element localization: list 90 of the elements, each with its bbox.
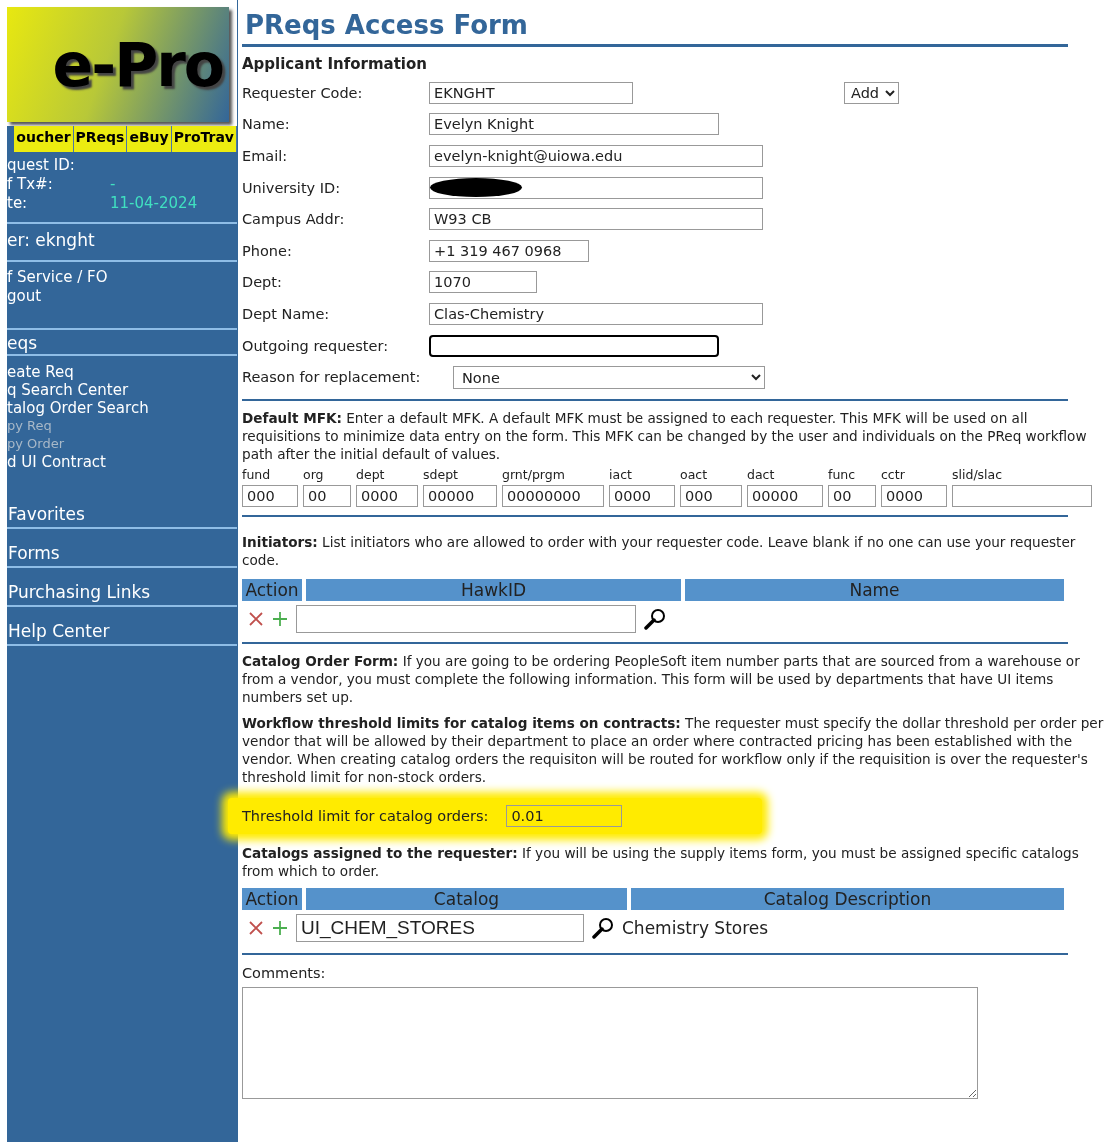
field-label: Dept: — [242, 274, 283, 291]
mfk-label: grnt/prgm — [502, 466, 566, 482]
mfk-label: func — [828, 466, 857, 482]
column-header: HawkID — [306, 578, 681, 601]
mfk-field[interactable]: 0000 — [881, 484, 947, 507]
sidebar-link[interactable]: eate Req — [7, 363, 237, 381]
mfk-label: dept — [356, 466, 386, 482]
hawkid-field[interactable] — [296, 604, 636, 633]
column-header: Name — [685, 578, 1064, 601]
module-tab[interactable]: ProTrav — [171, 126, 237, 152]
mfk-description: Default MFK: Enter a default MFK. A default MFK must be assigned to each requester. This MFK will be used on all requisitions to minimize data entry on the form. This MFK can be changed by the user and individuals on the PReq workflow path after the initial default of values. — [242, 408, 1088, 463]
mfk-field[interactable]: 00 — [303, 484, 351, 507]
input-field[interactable]: Clas-Chemistry — [429, 302, 763, 325]
info-value: 11-04-2024 — [110, 194, 199, 212]
comments-label: Comments: — [242, 964, 327, 981]
add-icon[interactable] — [272, 919, 288, 936]
mfk-field[interactable]: 00 — [828, 484, 876, 507]
search-icon[interactable] — [592, 916, 614, 939]
mfk-field[interactable]: 000 — [680, 484, 742, 507]
logo: e-Pro — [7, 7, 229, 122]
field-label: Campus Addr: — [242, 211, 346, 228]
info-label: f Tx#: — [7, 175, 54, 193]
field-label: Phone: — [242, 242, 293, 259]
sidebar-link[interactable]: talog Order Search — [7, 399, 237, 417]
field-label: Outgoing requester: — [242, 337, 390, 354]
field-label: Reason for replacement: — [242, 369, 422, 386]
mfk-field[interactable]: 00000 — [747, 484, 823, 507]
threshold-label: Threshold limit for catalog orders: — [242, 807, 489, 824]
column-header: Catalog Description — [631, 887, 1064, 910]
sidebar-link[interactable]: f Service / FO — [7, 268, 237, 287]
module-tab[interactable]: eBuy — [127, 126, 172, 152]
threshold-field[interactable]: 0.01 — [506, 804, 623, 827]
module-tab[interactable]: PReqs — [73, 126, 128, 152]
sidebar-section[interactable]: Forms — [7, 529, 237, 568]
mfk-label: slid/slac — [952, 466, 1004, 482]
column-header: Catalog — [306, 887, 627, 910]
column-header: Action — [242, 887, 302, 910]
catalogs-description: Catalogs assigned to the requester: If you will be using the supply items form, you must be assigned specific catalogs from which to order. — [242, 843, 1080, 880]
initiators-description: Initiators: List initiators who are allowed to order with your requester code. Leave blank if no one can use your requester code. — [242, 532, 1077, 569]
input-field[interactable]: W93 CB — [429, 208, 763, 231]
field-label: University ID: — [242, 179, 342, 196]
mfk-field[interactable]: 00000000 — [502, 484, 604, 507]
reason-select[interactable]: None — [453, 365, 765, 389]
sidebar-link[interactable]: q Search Center — [7, 381, 237, 399]
description-paragraph: Catalog Order Form: If you are going to be ordering PeopleSoft item number parts that are sourced from a warehouse or from a vendor, you must complete the following information. This form will be used by departments that have UI items numbers set up. — [242, 651, 1081, 706]
add-icon[interactable] — [272, 610, 288, 627]
mfk-field[interactable] — [952, 484, 1092, 507]
info-label: quest ID: — [7, 156, 76, 174]
mfk-label: iact — [609, 466, 633, 482]
module-tab[interactable]: oucher — [14, 126, 74, 152]
info-label: te: — [7, 194, 29, 212]
description-paragraph: Workflow threshold limits for catalog items on contracts: The requester must specify the dollar threshold per order per vendor that will be allowed by their department to place an order where contracted pricing has been established with the vendor. When creating catalog orders the requisiton will be routed for workflow only if the requisition is over the requester's threshold limit for non-stock orders. — [242, 713, 1104, 786]
university-id-field[interactable] — [429, 176, 763, 199]
mfk-label: org — [303, 466, 325, 482]
input-field[interactable] — [429, 334, 719, 357]
page-title: PReqs Access Form — [245, 9, 529, 42]
mfk-field[interactable]: 0000 — [609, 484, 675, 507]
add-select[interactable]: Add — [844, 81, 899, 104]
field-label: Dept Name: — [242, 305, 331, 322]
catalog-description: Chemistry Stores — [622, 917, 769, 938]
sidebar-section[interactable]: Help Center — [7, 607, 237, 646]
mfk-field[interactable]: 00000 — [423, 484, 497, 507]
column-header: Action — [242, 578, 302, 601]
input-field[interactable]: 1070 — [429, 271, 537, 294]
search-icon[interactable] — [644, 607, 666, 630]
sidebar-section[interactable]: Favorites — [7, 490, 237, 529]
field-label: Name: — [242, 116, 291, 133]
input-field[interactable]: +1 319 467 0968 — [429, 239, 589, 262]
input-field[interactable]: Evelyn Knight — [429, 113, 719, 136]
field-label: Email: — [242, 148, 289, 164]
mfk-field[interactable]: 000 — [242, 484, 298, 507]
mfk-label: cctr — [881, 466, 906, 482]
mfk-field[interactable]: 0000 — [356, 484, 418, 507]
sidebar-link[interactable]: d UI Contract — [7, 453, 237, 471]
mfk-label: oact — [680, 466, 709, 482]
delete-icon[interactable] — [248, 610, 264, 627]
section-heading: Applicant Information — [242, 55, 428, 73]
mfk-label: sdept — [423, 466, 459, 482]
input-field[interactable]: evelyn-knight@uiowa.edu — [429, 145, 763, 167]
input-field[interactable]: EKNGHT — [429, 81, 633, 104]
mfk-label: dact — [747, 466, 776, 482]
user-label: er: eknght — [7, 229, 96, 252]
info-value: - — [110, 175, 117, 193]
field-label: Requester Code: — [242, 84, 364, 101]
catalog-field[interactable]: UI_CHEM_STORES — [296, 913, 584, 942]
comments-field[interactable] — [242, 986, 978, 1099]
delete-icon[interactable] — [248, 919, 264, 936]
sidebar-section[interactable]: Purchasing Links — [7, 568, 237, 607]
sidebar-link[interactable]: gout — [7, 287, 237, 306]
mfk-label: fund — [242, 466, 272, 482]
